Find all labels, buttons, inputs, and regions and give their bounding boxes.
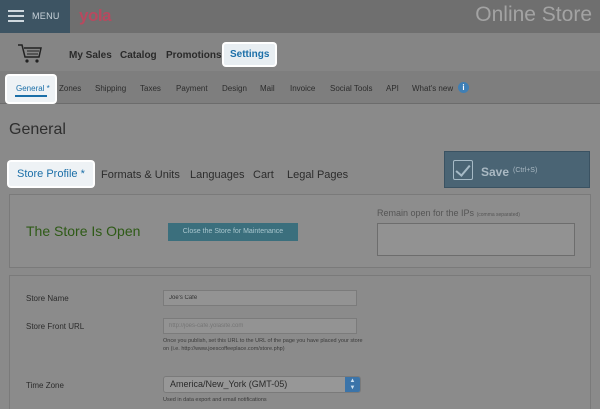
page-title: General xyxy=(9,121,66,138)
store-profile-form: Store Name Store Front URL Once you publ… xyxy=(9,275,591,409)
info-icon[interactable]: i xyxy=(458,82,469,93)
store-status-panel: The Store Is Open Close the Store for Ma… xyxy=(9,194,591,268)
subnav-api[interactable]: API xyxy=(386,84,399,93)
nav-catalog[interactable]: Catalog xyxy=(120,50,157,61)
brand-logo[interactable]: yola xyxy=(79,6,112,26)
nav-my-sales[interactable]: My Sales xyxy=(69,50,112,61)
menu-button[interactable]: MENU xyxy=(0,0,70,33)
store-name-label: Store Name xyxy=(26,294,69,303)
settings-subnav: General * Zones Shipping Taxes Payment D… xyxy=(0,71,600,104)
subnav-whats-new[interactable]: What's new xyxy=(412,84,453,93)
store-front-url-label: Store Front URL xyxy=(26,322,85,331)
subnav-general-label: General * xyxy=(16,84,50,93)
subnav-payment[interactable]: Payment xyxy=(176,84,208,93)
save-label: Save xyxy=(481,165,510,179)
tab-formats-units[interactable]: Formats & Units xyxy=(101,169,180,181)
save-shortcut: (Ctrl+S) xyxy=(513,167,538,174)
cart-icon[interactable] xyxy=(17,42,43,64)
subnav-invoice[interactable]: Invoice xyxy=(290,84,315,93)
subnav-taxes[interactable]: Taxes xyxy=(140,84,161,93)
tab-cart[interactable]: Cart xyxy=(253,169,274,181)
ip-whitelist-label: Remain open for the IPs (comma separated… xyxy=(377,208,520,218)
subnav-zones[interactable]: Zones xyxy=(59,84,81,93)
main-nav: My Sales Catalog Promotions Settings xyxy=(0,33,600,71)
time-zone-help: Used in data export and email notificati… xyxy=(163,397,267,403)
time-zone-value: America/New_York (GMT-05) xyxy=(170,379,288,389)
tab-languages[interactable]: Languages xyxy=(190,169,244,181)
close-store-button[interactable]: Close the Store for Maintenance xyxy=(168,223,298,241)
top-bar: MENU yola Online Store xyxy=(0,0,600,33)
subnav-shipping[interactable]: Shipping xyxy=(95,84,126,93)
active-underline xyxy=(15,95,47,97)
product-title: Online Store xyxy=(475,3,592,26)
menu-label: MENU xyxy=(32,11,60,21)
store-front-url-help: Once you publish, set this URL to the UR… xyxy=(163,338,363,352)
store-name-input[interactable] xyxy=(163,290,357,306)
nav-promotions[interactable]: Promotions xyxy=(166,50,222,61)
tab-legal-pages[interactable]: Legal Pages xyxy=(287,169,348,181)
select-arrows-icon: ▲ ▼ xyxy=(345,377,360,392)
nav-settings[interactable]: Settings xyxy=(224,44,276,65)
time-zone-select[interactable]: America/New_York (GMT-05) ▲ ▼ xyxy=(163,376,361,393)
subnav-general[interactable]: General * xyxy=(7,76,55,102)
subnav-social-tools[interactable]: Social Tools xyxy=(330,84,373,93)
save-button[interactable]: Save (Ctrl+S) xyxy=(444,151,590,188)
tab-store-profile[interactable]: Store Profile * xyxy=(9,162,93,186)
time-zone-label: Time Zone xyxy=(26,381,64,390)
store-status-title: The Store Is Open xyxy=(26,223,141,239)
subnav-design[interactable]: Design xyxy=(222,84,247,93)
hamburger-icon xyxy=(8,10,24,23)
checkmark-icon xyxy=(453,160,473,180)
subnav-mail[interactable]: Mail xyxy=(260,84,275,93)
store-front-url-input[interactable] xyxy=(163,318,357,334)
ip-whitelist-input[interactable] xyxy=(377,223,575,256)
